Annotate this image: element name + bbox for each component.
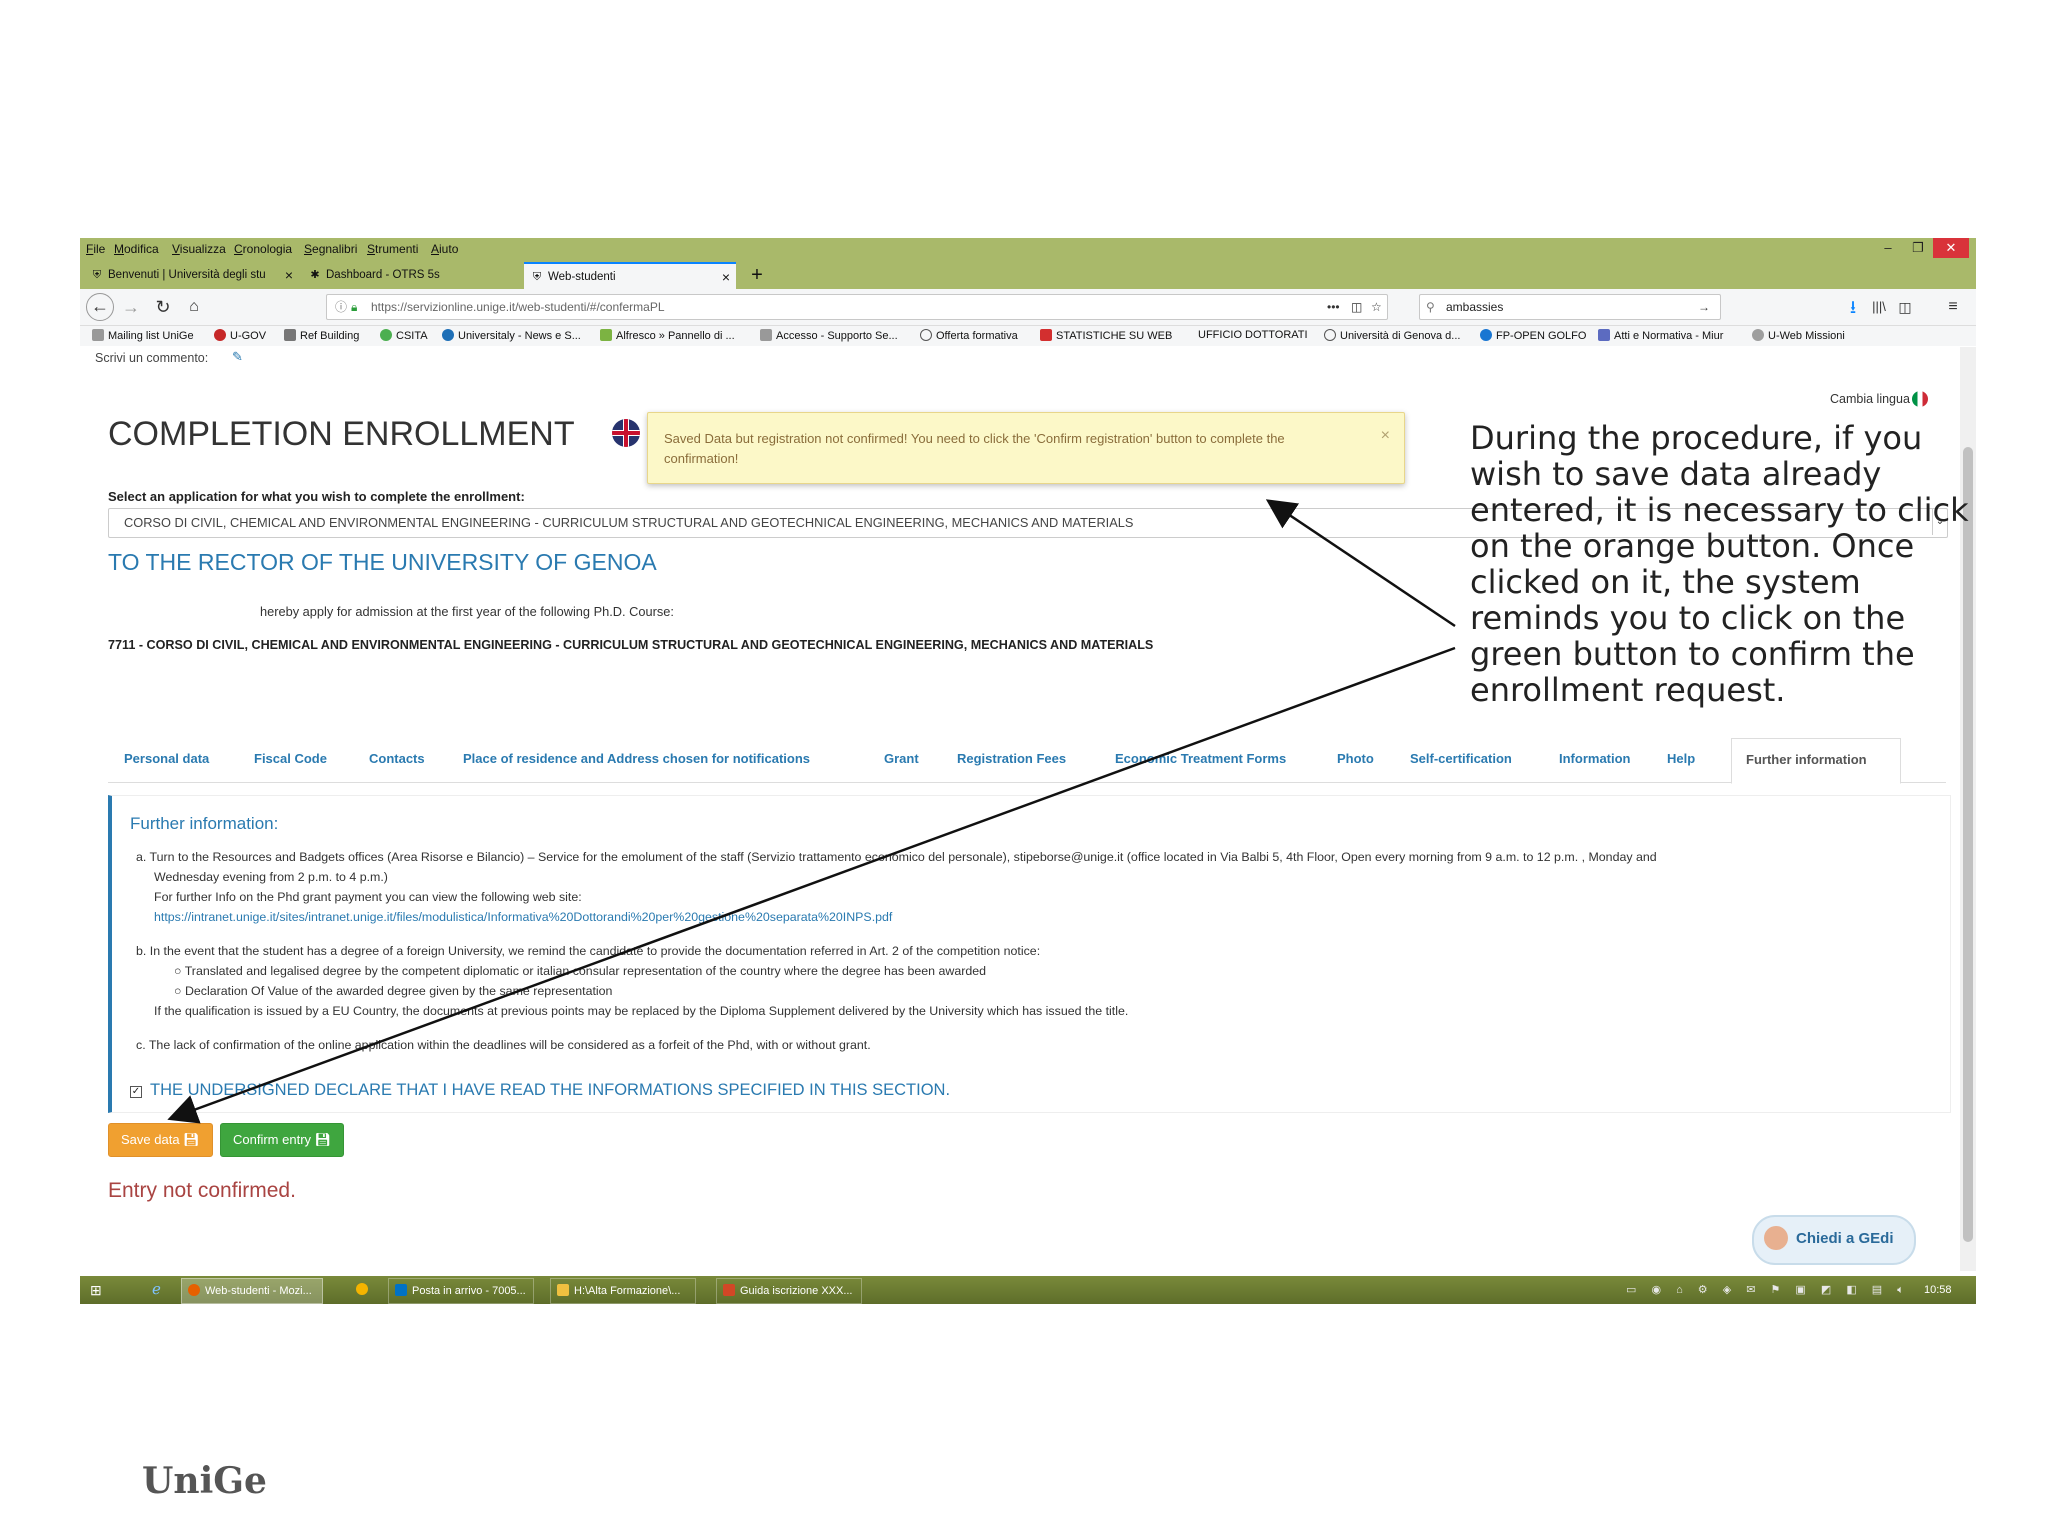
arrow-to-save-button [167, 646, 1456, 1124]
arrow-to-alert [1265, 499, 1456, 628]
unige-logo: UniGe [142, 1460, 267, 1502]
annotation-arrows [167, 499, 1456, 1124]
